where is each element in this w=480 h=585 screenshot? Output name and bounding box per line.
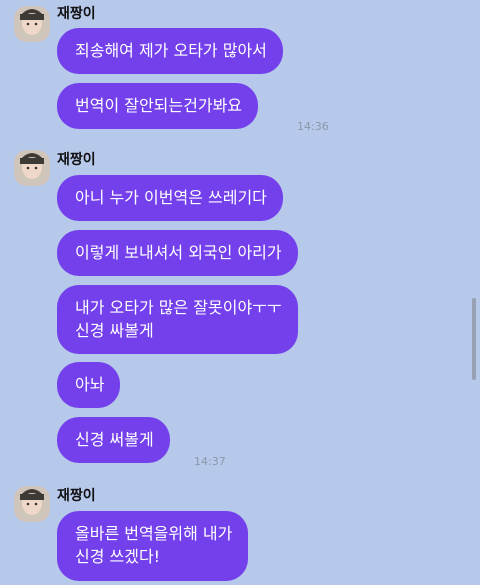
- message-bubble[interactable]: 죄송해여 제가 오타가 많아서: [57, 28, 283, 74]
- message-bubble[interactable]: 올바른 번역을위해 내가 신경 쓰겠다!: [57, 511, 249, 581]
- message-timestamp: 14:36: [297, 120, 329, 133]
- message-bubble[interactable]: 신경 써볼게: [57, 417, 170, 463]
- profile-photo-icon: [14, 486, 50, 522]
- sender-name: 재짱이: [57, 152, 96, 168]
- message-bubble[interactable]: 이렇게 보내셔서 외국인 아리가: [57, 230, 298, 276]
- message-bubble[interactable]: 내가 오타가 많은 잘못이야ㅜㅜ 신경 싸볼게: [57, 285, 298, 354]
- profile-photo-icon: [14, 150, 50, 186]
- profile-photo-icon: [14, 6, 50, 42]
- message-bubble[interactable]: 아니 누가 이번역은 쓰레기다: [57, 175, 283, 221]
- scrollbar[interactable]: [472, 298, 476, 380]
- sender-name: 재짱이: [57, 488, 96, 504]
- sender-name: 재짱이: [57, 6, 96, 22]
- message-timestamp: 14:37: [194, 455, 226, 468]
- sender-avatar[interactable]: [14, 150, 50, 186]
- message-bubble[interactable]: 아놔: [57, 362, 121, 408]
- sender-avatar[interactable]: [14, 486, 50, 522]
- sender-avatar[interactable]: [14, 6, 50, 42]
- message-bubble[interactable]: 번역이 잘안되는건가봐요: [57, 83, 259, 129]
